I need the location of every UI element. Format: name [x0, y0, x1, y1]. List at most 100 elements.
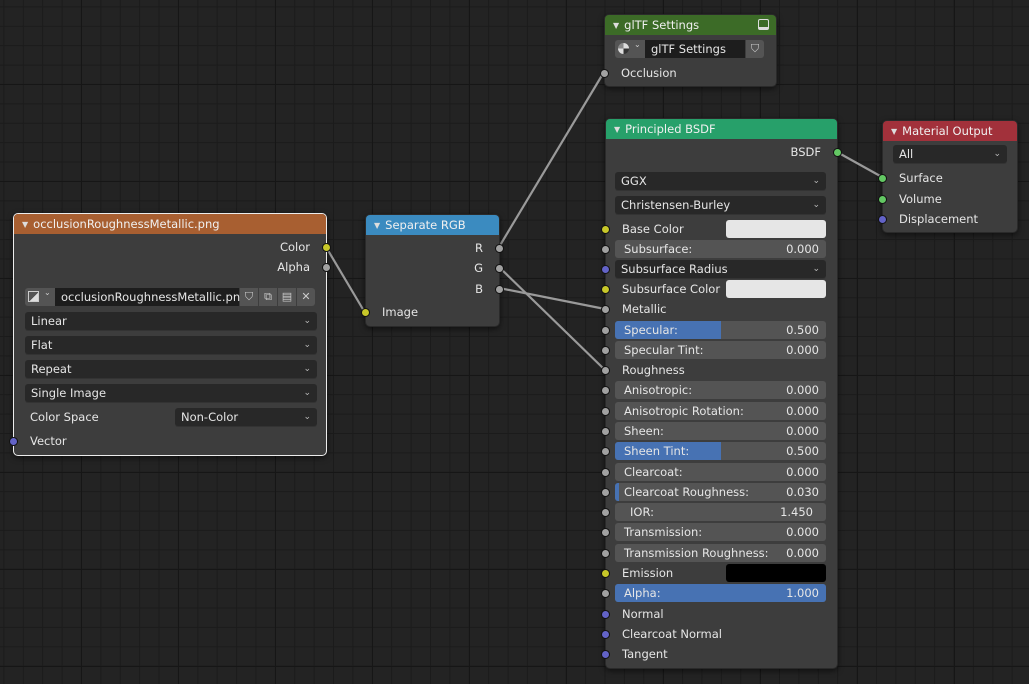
input-label: Roughness: [622, 363, 685, 377]
collapse-triangle-icon[interactable]: ▼: [374, 216, 380, 236]
output-b: B: [366, 279, 504, 299]
socket-displacement-in[interactable]: [878, 215, 887, 224]
alpha-slider[interactable]: Alpha: 1.000: [615, 584, 826, 602]
dropdown-value: Non-Color: [181, 410, 239, 424]
socket-alpha-in[interactable]: [601, 589, 610, 598]
socket-transmission-in[interactable]: [601, 528, 610, 537]
field-value: 0.000: [786, 465, 819, 479]
close-icon[interactable]: ✕: [297, 288, 315, 306]
link-g-to-roughness: [498, 266, 606, 371]
clearcoat-roughness-slider[interactable]: Clearcoat Roughness: 0.030: [615, 483, 826, 501]
group-name-field[interactable]: glTF Settings: [645, 40, 745, 58]
subsurface-method-dropdown[interactable]: Christensen-Burley ⌄: [615, 196, 826, 214]
socket-b-out[interactable]: [495, 285, 504, 294]
socket-specular-tint-in[interactable]: [601, 346, 610, 355]
socket-tangent-in[interactable]: [601, 650, 610, 659]
specular-tint-slider[interactable]: Specular Tint: 0.000: [615, 341, 826, 359]
socket-roughness-in[interactable]: [601, 366, 610, 375]
socket-g-out[interactable]: [495, 264, 504, 273]
socket-color-out[interactable]: [322, 243, 331, 252]
socket-metallic-in[interactable]: [601, 305, 610, 314]
principled-bsdf-node[interactable]: ▼ Principled BSDF BSDF GGX ⌄ Christensen-B…: [601, 118, 842, 669]
emission-color-swatch[interactable]: [726, 564, 826, 582]
socket-alpha-out[interactable]: [322, 263, 331, 272]
socket-vector-in[interactable]: [9, 437, 18, 446]
socket-sheen-in[interactable]: [601, 427, 610, 436]
sheen-tint-slider[interactable]: Sheen Tint: 0.500: [615, 442, 826, 460]
ior-field[interactable]: IOR: 1.450: [615, 503, 826, 521]
output-alpha: Alpha: [14, 257, 331, 277]
socket-specular-in[interactable]: [601, 326, 610, 335]
clearcoat-slider[interactable]: Clearcoat: 0.000: [615, 463, 826, 481]
collapse-triangle-icon[interactable]: ▼: [22, 215, 28, 235]
color-space-dropdown[interactable]: Non-Color ⌄: [175, 408, 317, 426]
socket-clearcoat-in[interactable]: [601, 468, 610, 477]
field-value: 1.450: [780, 505, 813, 519]
group-browse-button[interactable]: ⌄: [615, 40, 645, 58]
socket-base-color-in[interactable]: [601, 225, 610, 234]
socket-subsurface-radius-in[interactable]: [601, 265, 610, 274]
separate-rgb-node[interactable]: ▼ Separate RGB R G B Image: [361, 214, 504, 327]
subsurface-radius-dropdown[interactable]: Subsurface Radius ⌄: [615, 260, 826, 278]
node-header[interactable]: ▼ Separate RGB: [366, 215, 499, 235]
socket-emission-in[interactable]: [601, 569, 610, 578]
sheen-slider[interactable]: Sheen: 0.000: [615, 422, 826, 440]
collapse-triangle-icon[interactable]: ▼: [891, 122, 897, 142]
node-title: occlusionRoughnessMetallic.png: [33, 217, 220, 231]
transmission-slider[interactable]: Transmission: 0.000: [615, 523, 826, 541]
anisotropic-rotation-slider[interactable]: Anisotropic Rotation: 0.000: [615, 402, 826, 420]
socket-subsurface-color-in[interactable]: [601, 285, 610, 294]
socket-surface-in[interactable]: [878, 174, 887, 183]
node-header[interactable]: ▼ glTF Settings: [605, 15, 776, 35]
field-label: Transmission Roughness:: [624, 546, 769, 560]
socket-transmission-roughness-in[interactable]: [601, 549, 610, 558]
socket-subsurface-in[interactable]: [601, 245, 610, 254]
fake-user-shield-icon[interactable]: ⛉: [240, 288, 258, 306]
field-label: IOR:: [630, 505, 654, 519]
node-header[interactable]: ▼ Principled BSDF: [606, 119, 837, 139]
socket-occlusion-in[interactable]: [600, 69, 609, 78]
collapse-triangle-icon[interactable]: ▼: [613, 16, 619, 36]
socket-anisotropic-in[interactable]: [601, 386, 610, 395]
input-label: Displacement: [899, 212, 979, 226]
socket-r-out[interactable]: [495, 244, 504, 253]
base-color-swatch[interactable]: [726, 220, 826, 238]
projection-dropdown[interactable]: Flat ⌄: [25, 336, 317, 354]
subsurface-color-swatch[interactable]: [726, 280, 826, 298]
socket-ior-in[interactable]: [601, 508, 610, 517]
socket-image-in[interactable]: [361, 308, 370, 317]
collapse-triangle-icon[interactable]: ▼: [614, 120, 620, 140]
material-output-node[interactable]: ▼ Material Output All ⌄ Surface Volume Dis…: [878, 120, 1018, 233]
interpolation-dropdown[interactable]: Linear ⌄: [25, 312, 317, 330]
socket-volume-in[interactable]: [878, 195, 887, 204]
anisotropic-slider[interactable]: Anisotropic: 0.000: [615, 381, 826, 399]
source-dropdown[interactable]: Single Image ⌄: [25, 384, 317, 402]
target-dropdown[interactable]: All ⌄: [893, 145, 1007, 163]
distribution-dropdown[interactable]: GGX ⌄: [615, 172, 826, 190]
fake-user-shield-icon[interactable]: ⛉: [746, 40, 764, 58]
transmission-roughness-slider[interactable]: Transmission Roughness: 0.000: [615, 544, 826, 562]
socket-clearcoat-normal-in[interactable]: [601, 630, 610, 639]
gltf-settings-node[interactable]: ▼ glTF Settings ⌄ glTF Settings ⛉ Occlusi…: [600, 14, 777, 87]
node-group-icon[interactable]: [758, 19, 769, 30]
open-file-icon[interactable]: ▤: [278, 288, 296, 306]
node-title: Separate RGB: [385, 218, 466, 232]
link-r-to-occlusion: [498, 71, 605, 248]
output-bsdf: BSDF: [606, 142, 842, 162]
image-name-field[interactable]: occlusionRoughnessMetallic.png: [55, 288, 247, 306]
socket-bsdf-out[interactable]: [833, 148, 842, 157]
socket-anisotropic-rotation-in[interactable]: [601, 407, 610, 416]
specular-slider[interactable]: Specular: 0.500: [615, 321, 826, 339]
socket-normal-in[interactable]: [601, 610, 610, 619]
image-texture-node[interactable]: ▼ occlusionRoughnessMetallic.png Color Al…: [9, 213, 331, 456]
duplicate-icon[interactable]: ⧉: [259, 288, 277, 306]
socket-clearcoat-roughness-in[interactable]: [601, 488, 610, 497]
socket-sheen-tint-in[interactable]: [601, 447, 610, 456]
subsurface-slider[interactable]: Subsurface: 0.000: [615, 240, 826, 258]
node-tree-icon: [618, 43, 629, 54]
node-header[interactable]: ▼ Material Output: [883, 121, 1017, 141]
image-browse-button[interactable]: ⌄: [25, 288, 55, 306]
node-header[interactable]: ▼ occlusionRoughnessMetallic.png: [14, 214, 326, 234]
extension-dropdown[interactable]: Repeat ⌄: [25, 360, 317, 378]
chevron-down-icon: ⌄: [44, 288, 51, 297]
